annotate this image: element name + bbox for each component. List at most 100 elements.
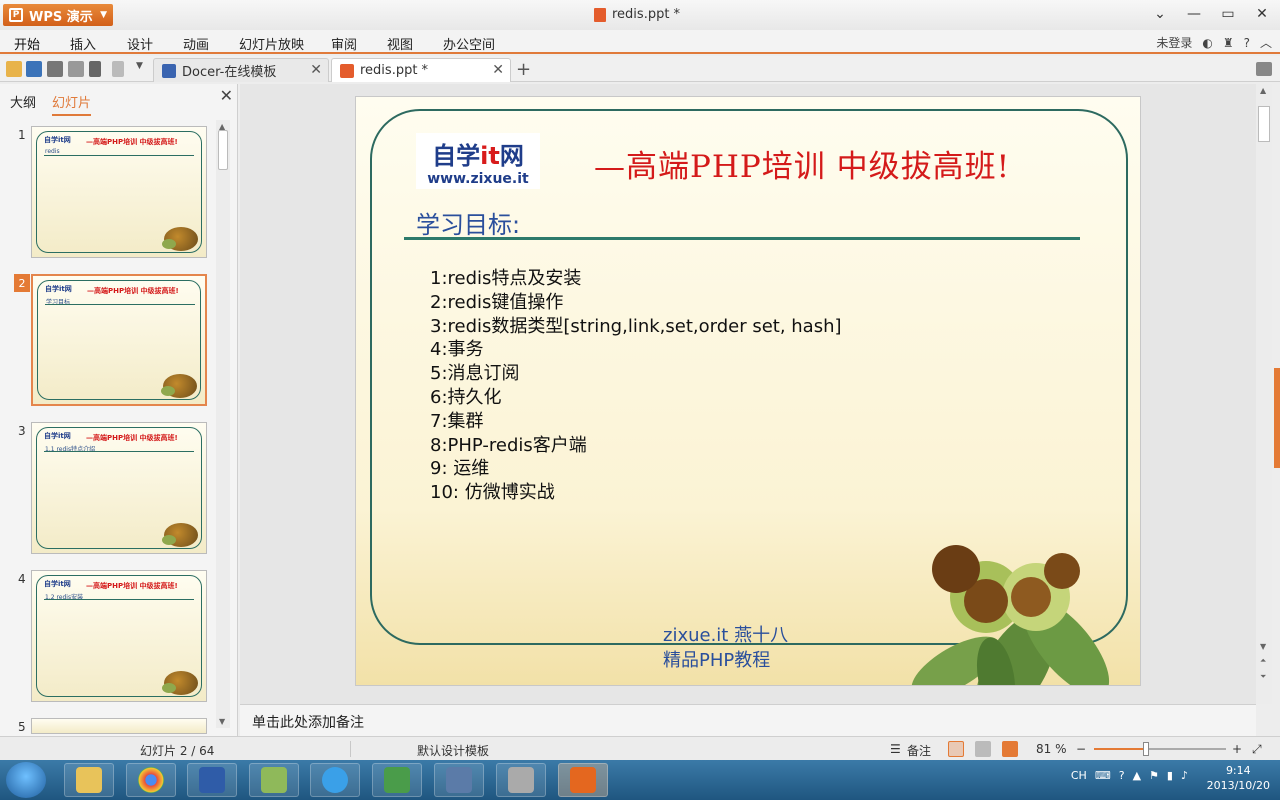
- taskbar-virtualbox[interactable]: [434, 763, 484, 797]
- slides-panel: 大纲 幻灯片 ✕ 1 自学it网 —高端PHP培训 中级拔高班! redis 2…: [0, 84, 238, 736]
- shirt-icon[interactable]: ♜: [1223, 36, 1234, 50]
- slide-thumbnail-5[interactable]: [31, 718, 207, 734]
- taskbar-wps-writer[interactable]: [187, 763, 237, 797]
- menu-animation[interactable]: 动画: [183, 34, 209, 53]
- print-icon[interactable]: [47, 61, 63, 77]
- minimize-button[interactable]: —: [1184, 4, 1204, 24]
- close-button[interactable]: ✕: [1252, 4, 1272, 24]
- divider: [350, 741, 351, 757]
- slide-editor: 自学it网 www.zixue.it —高端PHP培训 中级拔高班! 学习目标:…: [240, 84, 1256, 704]
- list-item: 8:PHP-redis客户端: [430, 434, 587, 456]
- slide-thumbnail-2[interactable]: 自学it网 —高端PHP培训 中级拔高班! 学习目标: [31, 274, 207, 406]
- add-tab-icon[interactable]: +: [516, 59, 531, 80]
- customize-toolbar-icon[interactable]: ▼: [136, 61, 152, 77]
- slide-thumbnail-3[interactable]: 自学it网 —高端PHP培训 中级拔高班! 1.1 redis特点介绍: [31, 422, 207, 554]
- template-name[interactable]: 默认设计模板: [417, 742, 489, 759]
- help-icon[interactable]: ?: [1244, 36, 1250, 50]
- close-tab-icon[interactable]: ✕: [310, 62, 322, 78]
- ppt-file-icon: [594, 7, 606, 22]
- input-language[interactable]: CH: [1071, 769, 1087, 782]
- notes-toggle[interactable]: 备注: [907, 742, 931, 759]
- document-title: redis.ppt *: [594, 7, 680, 22]
- taskbar-wps-presentation[interactable]: [558, 763, 608, 797]
- editor-scrollbar[interactable]: ▲ ▼ ⏶ ⏷: [1256, 84, 1272, 704]
- menu-home[interactable]: 开始: [14, 34, 40, 53]
- volume-icon[interactable]: ♪: [1181, 769, 1188, 782]
- menu-slideshow[interactable]: 幻灯片放映: [239, 34, 304, 53]
- help-icon[interactable]: ?: [1119, 769, 1125, 782]
- network-icon[interactable]: ▮: [1167, 769, 1173, 782]
- close-panel-icon[interactable]: ✕: [220, 86, 233, 105]
- skin-icon[interactable]: ◐: [1202, 36, 1212, 50]
- scroll-thumb[interactable]: [1258, 106, 1270, 142]
- tab-docer[interactable]: Docer-在线模板 ✕: [153, 58, 329, 82]
- menu-office-space[interactable]: 办公空间: [443, 34, 495, 53]
- sorter-view-icon[interactable]: [975, 741, 991, 757]
- logo-part-c: 网: [499, 141, 524, 170]
- tray-arrow-icon[interactable]: ▲: [1133, 769, 1141, 782]
- print-preview-icon[interactable]: [68, 61, 84, 77]
- menu-insert[interactable]: 插入: [70, 34, 96, 53]
- start-button[interactable]: [6, 762, 46, 798]
- taskbar-qq[interactable]: [310, 763, 360, 797]
- leaf-decoration: [161, 386, 175, 396]
- thumb-headline: —高端PHP培训 中级拔高班!: [86, 582, 178, 590]
- scroll-down-icon[interactable]: ▼: [219, 717, 225, 726]
- thumbnail-scrollbar[interactable]: ▲ ▼: [216, 120, 230, 728]
- maximize-button[interactable]: ▭: [1218, 4, 1238, 24]
- slide-body-list[interactable]: 1:redis特点及安装 2:redis键值操作 3:redis数据类型[str…: [430, 267, 842, 505]
- menu-review[interactable]: 审阅: [331, 34, 357, 53]
- prev-slide-icon[interactable]: ⏶: [1260, 656, 1266, 666]
- collapse-ribbon-icon[interactable]: ︿: [1260, 34, 1272, 51]
- notes-list-icon[interactable]: ☰: [890, 742, 901, 756]
- layout-icon[interactable]: [1256, 62, 1272, 76]
- logo-url: www.zixue.it: [427, 170, 529, 187]
- system-clock[interactable]: 9:14 2013/10/20: [1207, 763, 1270, 793]
- zoom-in-icon[interactable]: +: [1232, 742, 1242, 756]
- menu-design[interactable]: 设计: [127, 34, 153, 53]
- flag-icon[interactable]: ⚑: [1149, 769, 1159, 782]
- normal-view-icon[interactable]: [948, 741, 964, 757]
- taskbar-notepad[interactable]: [372, 763, 422, 797]
- current-slide[interactable]: 自学it网 www.zixue.it —高端PHP培训 中级拔高班! 学习目标:…: [355, 96, 1141, 686]
- tab-slides[interactable]: 幻灯片: [52, 92, 92, 116]
- slide-thumbnail-4[interactable]: 自学it网 —高端PHP培训 中级拔高班! 1.2 redis安装: [31, 570, 207, 702]
- redo-icon[interactable]: [112, 61, 124, 77]
- scroll-up-icon[interactable]: ▲: [1260, 86, 1266, 95]
- undo-icon[interactable]: [89, 61, 101, 77]
- tab-redis[interactable]: redis.ppt * ✕: [331, 58, 511, 82]
- app-menu-button[interactable]: P WPS 演示 ▼: [3, 4, 113, 26]
- slide-footer[interactable]: zixue.it 燕十八 精品PHP教程: [663, 623, 788, 673]
- scroll-down-icon[interactable]: ▼: [1260, 642, 1266, 651]
- close-tab-icon[interactable]: ✕: [492, 62, 504, 78]
- taskbar-app[interactable]: [249, 763, 299, 797]
- menu-view[interactable]: 视图: [387, 34, 413, 53]
- scroll-thumb[interactable]: [218, 130, 228, 170]
- slide-thumbnail-1[interactable]: 自学it网 —高端PHP培训 中级拔高班! redis: [31, 126, 207, 258]
- thumb-divider: [44, 155, 194, 156]
- document-title-text: redis.ppt *: [612, 7, 681, 22]
- fit-window-icon[interactable]: ⤢: [1252, 742, 1262, 757]
- keyboard-icon[interactable]: ⌨: [1095, 769, 1111, 782]
- login-link[interactable]: 未登录: [1156, 34, 1192, 51]
- taskbar-app2[interactable]: [496, 763, 546, 797]
- app-name: WPS 演示: [29, 9, 93, 25]
- side-handle[interactable]: [1274, 368, 1280, 468]
- notes-pane[interactable]: 单击此处添加备注: [240, 704, 1256, 736]
- slide-subtitle[interactable]: 学习目标:: [416, 205, 520, 240]
- save-icon[interactable]: [26, 61, 42, 77]
- next-slide-icon[interactable]: ⏷: [1260, 672, 1266, 682]
- leaf-decoration: [162, 535, 176, 545]
- chevron-down-icon: ▼: [100, 10, 107, 20]
- zoom-slider-fill: [1094, 748, 1144, 750]
- taskbar-chrome[interactable]: [126, 763, 176, 797]
- dropdown-icon[interactable]: ⌄: [1150, 4, 1170, 24]
- slideshow-view-icon[interactable]: [1002, 741, 1018, 757]
- slide-headline[interactable]: —高端PHP培训 中级拔高班!: [594, 141, 1010, 186]
- taskbar-explorer[interactable]: [64, 763, 114, 797]
- tab-outline[interactable]: 大纲: [10, 92, 36, 116]
- open-icon[interactable]: [6, 61, 22, 77]
- zoom-slider-knob[interactable]: [1143, 742, 1149, 756]
- zoom-out-icon[interactable]: −: [1076, 742, 1086, 756]
- zoom-value[interactable]: 81 %: [1036, 742, 1067, 756]
